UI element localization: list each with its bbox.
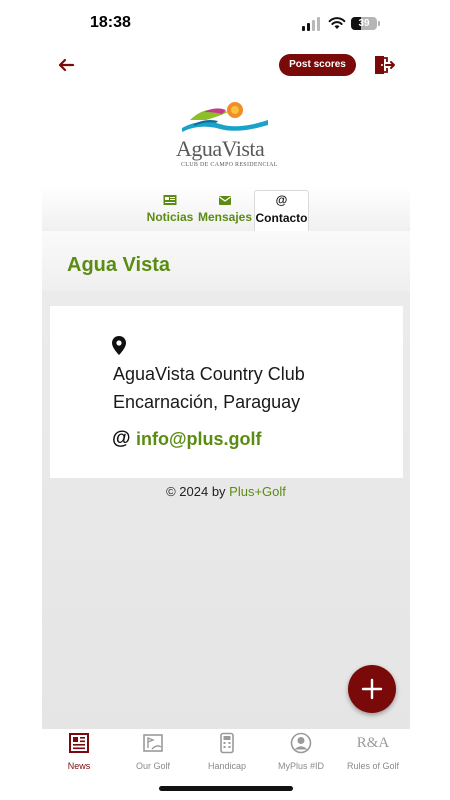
plusgolf-link[interactable]: Plus+Golf [229,484,286,499]
nav-label-rules-of-golf: Rules of Golf [346,761,400,771]
address-line-2: Encarnación, Paraguay [113,392,301,412]
post-scores-button[interactable]: Post scores [279,54,356,76]
tab-label-contacto: Contacto [255,211,308,225]
tab-bar: Noticias Mensajes @ Contacto [42,186,410,231]
golf-course-icon [143,734,163,752]
newspaper-icon [163,195,177,205]
tab-label-mensajes: Mensajes [197,210,253,224]
plus-icon [361,678,383,700]
wifi-icon [328,17,346,29]
status-time: 18:38 [90,14,131,31]
at-icon: @ [275,193,288,207]
logo-subtitle: CLUB DE CAMPO RESIDENCIAL [181,162,278,168]
nav-item-news[interactable]: News [42,729,116,771]
copyright-text: © 2024 by Plus+Golf [42,484,410,499]
battery-icon: 39 [351,17,377,30]
tab-contacto[interactable]: @ Contacto [254,190,309,231]
tab-noticias[interactable]: Noticias [145,190,195,231]
tab-mensajes[interactable]: Mensajes [197,190,253,231]
content-container: Noticias Mensajes @ Contacto Agua Vista … [42,186,410,729]
aguavista-logo: AguaVista CLUB DE CAMPO RESIDENCIAL [176,98,278,172]
envelope-icon [219,196,231,205]
battery-cap [378,21,380,26]
add-fab-button[interactable] [348,665,396,713]
bottom-nav: News Our Golf Handicap MyPlus #ID R&A Ru… [42,729,410,771]
back-arrow-button[interactable] [54,52,80,78]
cellular-signal-icon [302,17,322,31]
status-bar: 18:38 39 [0,0,450,48]
tab-label-noticias: Noticias [146,210,194,224]
nav-item-our-golf[interactable]: Our Golf [116,729,190,771]
page-title: Agua Vista [67,254,170,276]
newspaper-icon [69,733,89,753]
nav-label-our-golf: Our Golf [135,761,170,771]
nav-label-news: News [67,761,91,771]
location-pin-icon [112,336,126,355]
nav-label-myplus-id: MyPlus #ID [277,761,324,771]
user-avatar-icon [290,732,312,754]
copyright-prefix: © 2024 by [166,484,230,499]
email-link[interactable]: info@plus.golf [136,429,262,450]
home-indicator [159,786,293,791]
nav-item-handicap[interactable]: Handicap [190,729,264,771]
ra-logo-icon: R&A [356,735,390,751]
battery-percent: 39 [358,18,370,29]
nav-label-handicap: Handicap [207,761,247,771]
logo-name: AguaVista [176,136,265,161]
nav-item-myplus-id[interactable]: MyPlus #ID [264,729,338,771]
logo-emblem [182,102,268,132]
calculator-icon [220,732,234,754]
logout-door-icon[interactable] [372,53,396,77]
nav-item-rules-of-golf[interactable]: R&A Rules of Golf [336,729,410,771]
email-at-icon: @ [112,428,131,449]
address-line-1: AguaVista Country Club [113,364,305,384]
contact-card: AguaVista Country Club Encarnación, Para… [50,306,403,478]
